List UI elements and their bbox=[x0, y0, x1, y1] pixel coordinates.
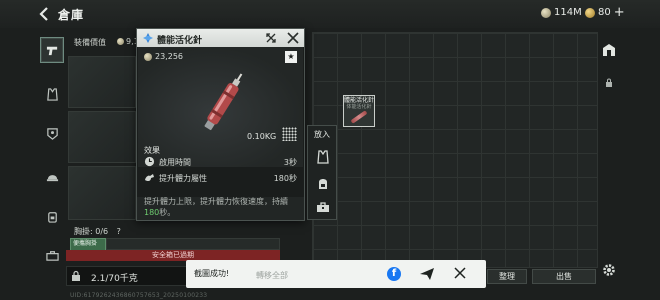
close-icon[interactable] bbox=[453, 266, 467, 280]
grid-item-stimulant[interactable]: 體能活化針 体能活化針 bbox=[343, 95, 375, 127]
vest-icon bbox=[46, 87, 58, 101]
gear-icon[interactable] bbox=[602, 263, 616, 277]
gold-coin-icon bbox=[585, 7, 595, 18]
tab-armor[interactable] bbox=[40, 120, 64, 146]
chest-rig-label: 胸掛: 0/6 ? bbox=[74, 226, 121, 237]
screenshot-toast: 截圖成功! 轉移全部 f bbox=[186, 260, 486, 288]
grid-size-icon bbox=[282, 127, 297, 141]
arm-strength-icon bbox=[144, 172, 155, 183]
gold-amount: 80 bbox=[598, 7, 611, 18]
effect-label: 提升體力屬性 bbox=[159, 174, 207, 183]
case-icon bbox=[45, 250, 59, 261]
description-text: 提升體力上限，提升體力恢復速度，持續 bbox=[144, 197, 288, 206]
chest-rig-item-label: 便攜胸掛 bbox=[73, 240, 98, 247]
description-duration: 180 bbox=[144, 208, 160, 217]
item-weight: 0.10KG bbox=[247, 132, 277, 141]
storage-lock-icon[interactable] bbox=[605, 78, 613, 87]
chest-rig-capacity: 胸掛: 0/6 bbox=[74, 227, 109, 236]
clock-icon bbox=[144, 156, 155, 167]
facebook-share-icon[interactable]: f bbox=[387, 267, 401, 281]
armor-icon bbox=[46, 127, 58, 140]
favorite-star-icon[interactable]: ★ bbox=[285, 51, 297, 63]
put-in-vest-button[interactable] bbox=[314, 148, 331, 165]
item-detail-popup: 體能活化針 23,256 ★ 0.10KG 效果 啟用時間 3秒 提升體力屬性 … bbox=[136, 28, 305, 221]
vest-icon bbox=[316, 149, 329, 164]
category-rail bbox=[36, 28, 66, 278]
effect-value: 180秒 bbox=[273, 174, 297, 183]
tab-backpacks[interactable] bbox=[40, 203, 64, 229]
syringe-image bbox=[189, 67, 259, 137]
chest-rig-slots[interactable] bbox=[106, 238, 280, 250]
effect-row: 提升體力屬性 180秒 bbox=[144, 172, 297, 186]
backpack-icon bbox=[47, 211, 57, 223]
uid-footer: UID:6179262436860757653_20250100233 bbox=[70, 292, 208, 299]
equipment-value-label: 裝備價值 bbox=[74, 38, 106, 47]
case-icon bbox=[316, 201, 329, 212]
gold-currency: 80 + bbox=[585, 6, 625, 19]
silver-coin-icon bbox=[541, 7, 551, 18]
effect-row: 啟用時間 3秒 bbox=[144, 156, 297, 170]
transfer-all-label: 轉移全部 bbox=[256, 271, 288, 280]
backpack-icon bbox=[318, 178, 327, 189]
page-title: 倉庫 bbox=[58, 8, 85, 22]
item-price-value: 23,256 bbox=[155, 52, 183, 61]
close-icon[interactable] bbox=[286, 31, 300, 45]
storage-tab-icon[interactable] bbox=[602, 43, 616, 57]
chest-help-icon[interactable]: ? bbox=[117, 227, 121, 236]
helmet-icon bbox=[46, 174, 58, 181]
helmet-slot[interactable] bbox=[68, 166, 136, 220]
tab-helmets[interactable] bbox=[40, 163, 64, 189]
description-text-end: 秒。 bbox=[159, 208, 176, 217]
carry-weight: 2.1/70千克 bbox=[91, 274, 138, 284]
item-description: 提升體力上限，提升體力恢復速度，持續 180秒。 bbox=[144, 196, 300, 218]
grid-item-label: 體能活化針 bbox=[344, 97, 375, 104]
silver-coin-icon bbox=[144, 52, 152, 61]
item-price: 23,256 bbox=[144, 52, 183, 61]
silver-coin-icon bbox=[117, 38, 124, 45]
grid-item-sublabel: 体能活化針 bbox=[346, 104, 372, 110]
weapon-slot-primary[interactable] bbox=[68, 56, 136, 108]
effect-label: 啟用時間 bbox=[159, 158, 191, 167]
put-in-backpack-button[interactable] bbox=[314, 174, 331, 191]
put-in-case-button[interactable] bbox=[314, 198, 331, 215]
tab-vests[interactable] bbox=[40, 81, 64, 107]
silver-currency: 114M bbox=[541, 7, 582, 18]
storage-grid[interactable] bbox=[312, 32, 598, 268]
back-arrow-icon[interactable] bbox=[38, 6, 52, 22]
syringe-thumbnail-icon bbox=[350, 110, 368, 124]
effect-value: 3秒 bbox=[283, 158, 297, 167]
tab-weapons[interactable] bbox=[40, 37, 64, 63]
lock-icon[interactable] bbox=[70, 270, 82, 282]
put-in-title: 放入 bbox=[314, 130, 330, 139]
sort-button[interactable]: 整理 bbox=[487, 269, 527, 284]
add-currency-icon[interactable]: + bbox=[614, 6, 625, 19]
compare-icon[interactable] bbox=[265, 32, 277, 44]
silver-amount: 114M bbox=[554, 7, 582, 18]
tab-cases[interactable] bbox=[40, 242, 64, 268]
put-in-menu: 放入 bbox=[307, 125, 337, 220]
item-title: 體能活化針 bbox=[157, 36, 203, 46]
medical-category-icon bbox=[142, 32, 154, 44]
sell-button[interactable]: 出售 bbox=[532, 269, 596, 284]
pistol-icon bbox=[46, 46, 57, 55]
toast-message: 截圖成功! bbox=[194, 269, 230, 278]
weapon-slot-secondary[interactable] bbox=[68, 111, 136, 163]
effects-header: 效果 bbox=[144, 146, 160, 155]
send-share-icon[interactable] bbox=[419, 266, 435, 282]
